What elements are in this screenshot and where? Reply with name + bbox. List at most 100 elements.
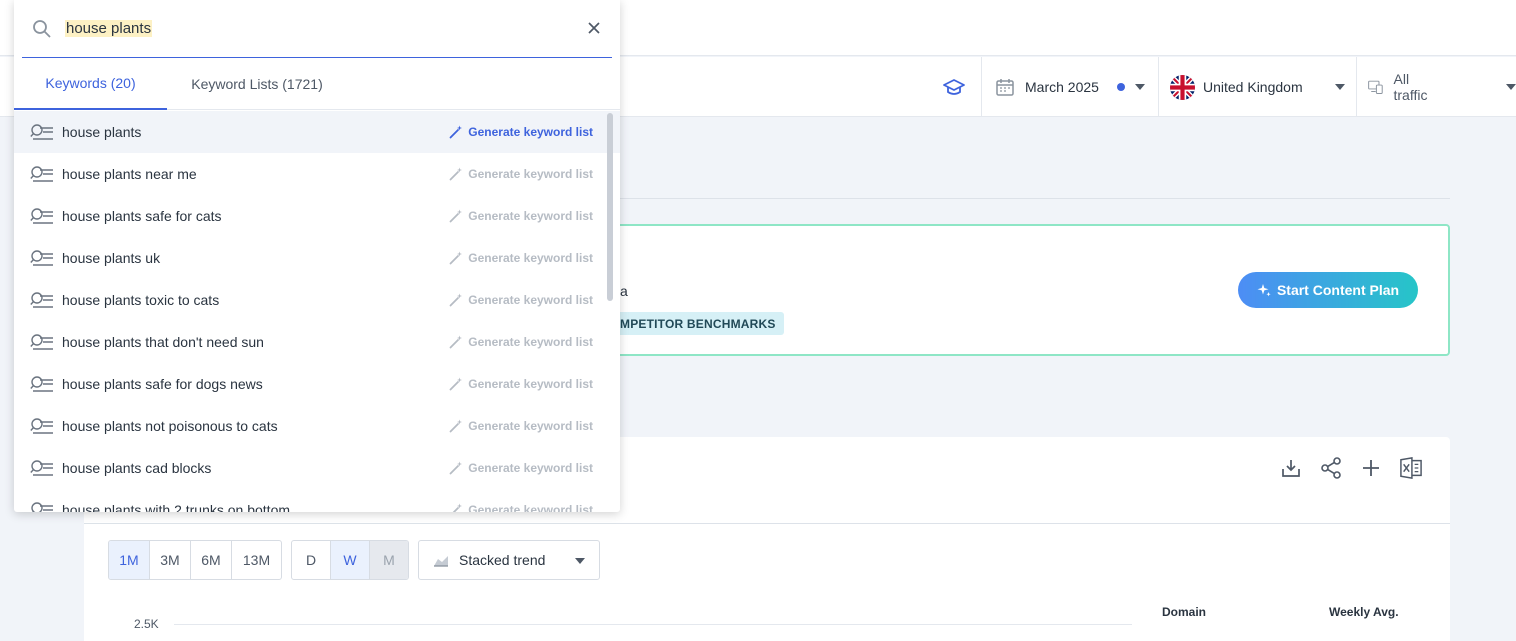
granularity-selector: D W M <box>291 540 409 580</box>
keyword-search-icon <box>30 292 53 308</box>
share-icon[interactable] <box>1320 457 1342 479</box>
keyword-search-icon <box>30 376 53 392</box>
keyword-search-icon <box>30 250 53 266</box>
generate-keyword-list-button[interactable]: Generate keyword list <box>449 167 593 181</box>
filter-divider <box>1158 57 1159 117</box>
country-selector[interactable]: United Kingdom <box>1170 57 1346 117</box>
magic-wand-icon <box>449 293 463 307</box>
scrollbar[interactable] <box>607 113 613 301</box>
content-plan-banner: a MPETITOR BENCHMARKS Start Content Plan <box>590 224 1450 356</box>
generate-keyword-list-button[interactable]: Generate keyword list <box>449 125 593 139</box>
sparkle-icon <box>1257 284 1271 297</box>
keyword-search-icon <box>30 208 53 224</box>
granularity-w[interactable]: W <box>331 541 370 579</box>
generate-keyword-list-button[interactable]: Generate keyword list <box>449 251 593 265</box>
chevron-down-icon <box>1334 84 1345 90</box>
search-field[interactable]: house plants <box>22 0 612 58</box>
uk-flag-icon <box>1170 74 1195 100</box>
chevron-down-icon <box>1506 84 1516 90</box>
list-item[interactable]: house plants cad blocks Generate keyword… <box>14 447 620 489</box>
excel-icon[interactable] <box>1400 457 1422 479</box>
generate-keyword-list-button[interactable]: Generate keyword list <box>449 503 593 512</box>
range-13m[interactable]: 13M <box>232 541 281 579</box>
magic-wand-icon <box>453 503 463 512</box>
list-item[interactable]: house plants not poisonous to cats Gener… <box>14 405 620 447</box>
generate-keyword-list-button[interactable]: Generate keyword list <box>449 293 593 307</box>
magic-wand-icon <box>449 125 463 139</box>
keyword-label: house plants that don't need sun <box>62 334 264 350</box>
chevron-down-icon <box>1134 84 1145 90</box>
generate-keyword-list-button[interactable]: Generate keyword list <box>449 377 593 391</box>
generate-keyword-list-button[interactable]: Generate keyword list <box>449 335 593 349</box>
graduation-cap-icon <box>943 79 965 95</box>
list-item[interactable]: house plants with 2 trunks on bottom Gen… <box>14 489 620 512</box>
magic-wand-icon <box>449 251 463 265</box>
view-label: Stacked trend <box>459 552 546 568</box>
keyword-label: house plants safe for cats <box>62 208 222 224</box>
list-item[interactable]: house plants that don't need sun Generat… <box>14 321 620 363</box>
magic-wand-icon <box>449 167 463 181</box>
view-dropdown[interactable]: Stacked trend <box>418 540 600 580</box>
plus-icon[interactable] <box>1360 457 1382 479</box>
magic-wand-icon <box>449 461 463 475</box>
y-axis-tick: 2.5K <box>134 617 159 631</box>
magic-wand-icon <box>449 419 463 433</box>
granularity-m[interactable]: M <box>370 541 408 579</box>
generate-keyword-list-button[interactable]: Generate keyword list <box>449 209 593 223</box>
weekly-avg-column-header: Weekly Avg. <box>1329 605 1399 619</box>
keyword-label: house plants <box>62 124 142 140</box>
generate-label: Generate keyword list <box>468 209 593 223</box>
devices-icon <box>1368 80 1383 94</box>
range-3m[interactable]: 3M <box>150 541 191 579</box>
tab-keyword-lists[interactable]: Keyword Lists (1721) <box>167 58 347 110</box>
filter-divider <box>1356 57 1357 117</box>
card-divider <box>84 523 1450 524</box>
list-item[interactable]: house plants near me Generate keyword li… <box>14 153 620 195</box>
keyword-search-icon <box>30 460 53 476</box>
traffic-label: All traffic <box>1393 71 1428 103</box>
close-icon[interactable] <box>586 20 602 36</box>
keyword-label: house plants uk <box>62 250 161 266</box>
list-item[interactable]: house plants toxic to cats Generate keyw… <box>14 279 620 321</box>
generate-keyword-list-button[interactable]: Generate keyword list <box>449 419 593 433</box>
filter-divider <box>981 57 982 117</box>
list-item[interactable]: house plants Generate keyword list <box>14 111 620 153</box>
list-item[interactable]: house plants safe for cats Generate keyw… <box>14 195 620 237</box>
domain-column-header: Domain <box>1162 605 1207 619</box>
magic-wand-icon <box>449 377 463 391</box>
generate-label: Generate keyword list <box>468 377 593 391</box>
list-item[interactable]: house plants safe for dogs news Generate… <box>14 363 620 405</box>
search-tabs: Keywords (20) Keyword Lists (1721) <box>14 58 620 110</box>
search-dropdown-panel: house plants Keywords (20) Keyword Lists… <box>14 0 620 512</box>
generate-label: Generate keyword list <box>468 167 593 181</box>
keyword-suggestions: house plants Generate keyword list house… <box>14 111 620 512</box>
keyword-label: house plants cad blocks <box>62 460 212 476</box>
keyword-label: house plants toxic to cats <box>62 292 220 308</box>
search-icon <box>33 20 51 38</box>
keyword-label: house plants near me <box>62 166 197 182</box>
generate-label: Generate keyword list <box>468 293 593 307</box>
date-label: March 2025 <box>1025 79 1099 95</box>
date-picker[interactable]: March 2025 <box>995 57 1150 117</box>
keyword-search-icon <box>30 166 53 182</box>
search-input[interactable]: house plants <box>65 20 153 37</box>
generate-label: Generate keyword list <box>468 251 593 265</box>
generate-label: Generate keyword list <box>468 125 593 139</box>
traffic-selector[interactable]: All traffic <box>1368 57 1516 117</box>
banner-text: a <box>620 283 628 299</box>
download-icon[interactable] <box>1280 457 1302 479</box>
generate-keyword-list-button[interactable]: Generate keyword list <box>449 461 593 475</box>
magic-wand-icon <box>449 209 463 223</box>
keyword-search-icon <box>30 418 53 434</box>
academy-button[interactable] <box>940 57 968 117</box>
granularity-d[interactable]: D <box>292 541 331 579</box>
tab-keywords[interactable]: Keywords (20) <box>14 58 167 110</box>
range-1m[interactable]: 1M <box>109 541 150 579</box>
calendar-icon <box>996 79 1014 96</box>
section-divider <box>620 198 1450 199</box>
magic-wand-icon <box>449 335 463 349</box>
range-6m[interactable]: 6M <box>191 541 232 579</box>
card-actions <box>1280 457 1422 479</box>
start-content-plan-button[interactable]: Start Content Plan <box>1238 272 1418 308</box>
list-item[interactable]: house plants uk Generate keyword list <box>14 237 620 279</box>
